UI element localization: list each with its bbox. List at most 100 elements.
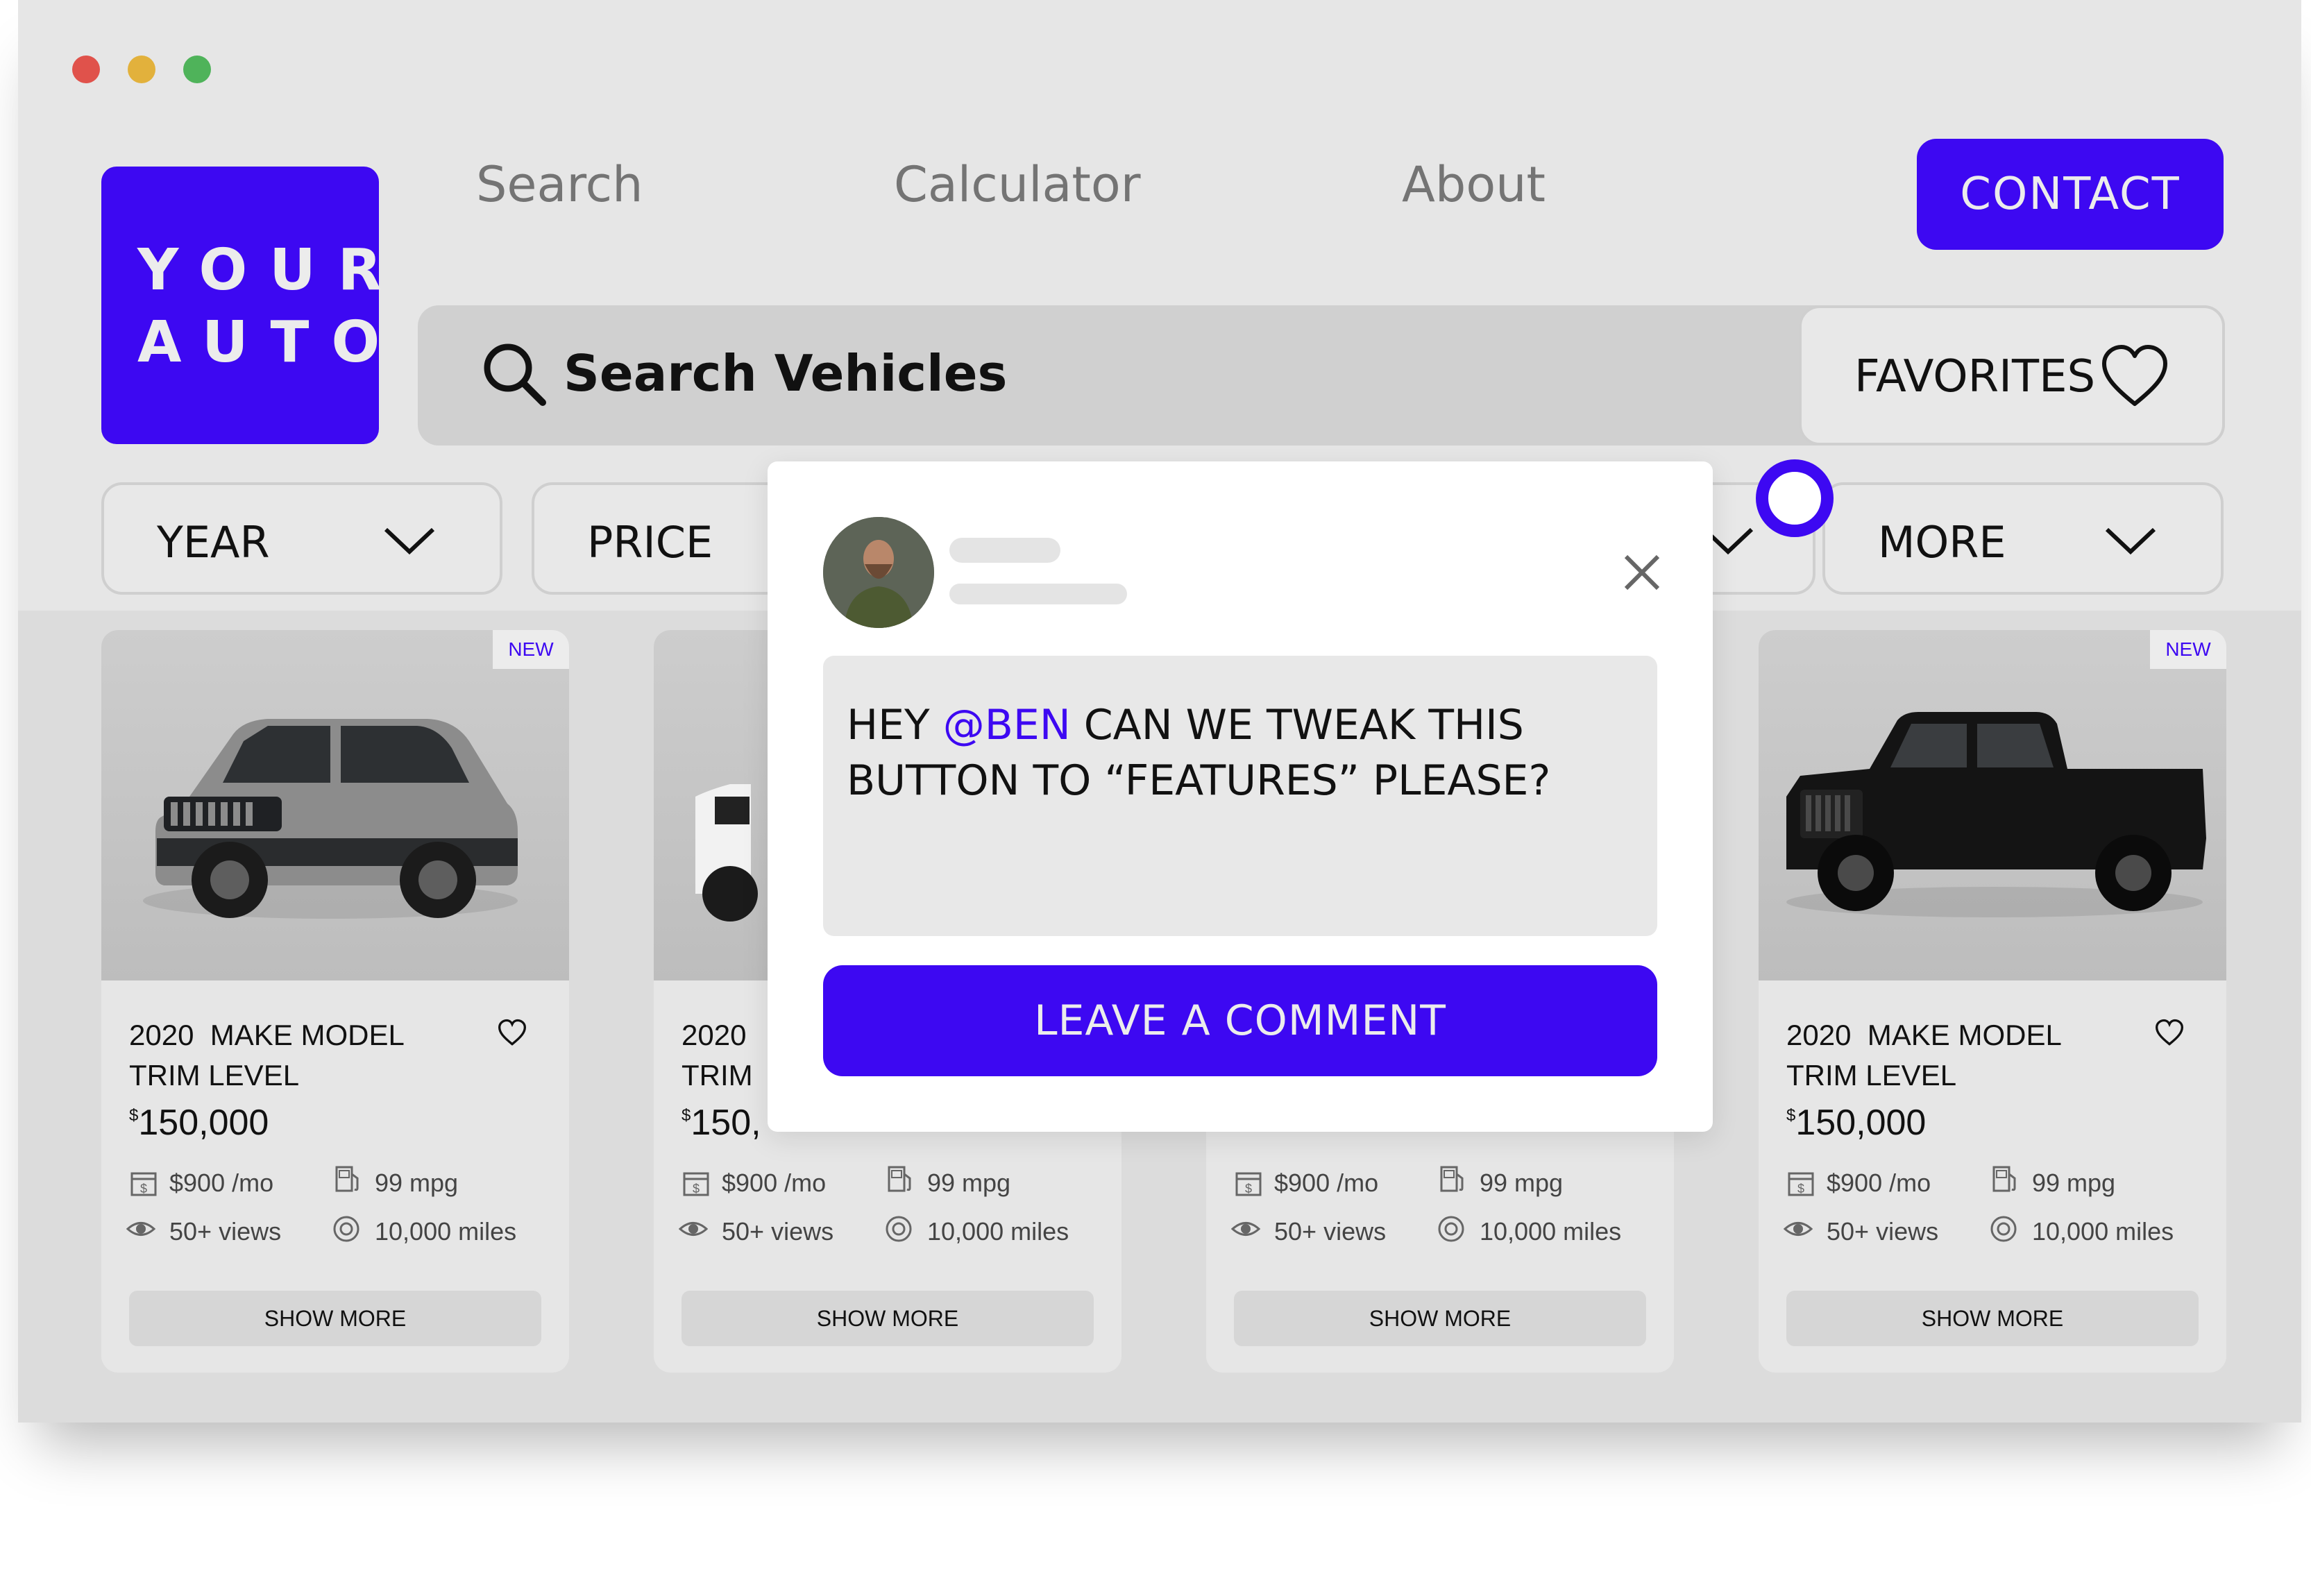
view-count: 50+ views xyxy=(1827,1217,1939,1246)
tire-icon xyxy=(333,1216,359,1242)
fuel-pump-icon xyxy=(888,1166,911,1192)
brand-logo[interactable]: YOUR AUTO xyxy=(101,167,404,444)
pickup-truck-image xyxy=(1786,712,2206,917)
price-value: 150, xyxy=(691,1103,761,1143)
leave-comment-button[interactable]: LEAVE A COMMENT xyxy=(823,965,1657,1076)
chevron-down-icon xyxy=(2105,527,2156,555)
vehicle-title: 2020 MAKE MODEL TRIM LEVEL xyxy=(129,1015,476,1096)
monthly-payment: $900 /mo xyxy=(1827,1169,1931,1197)
fuel-pump-icon xyxy=(1992,1166,2016,1192)
show-more-button[interactable]: SHOW MORE xyxy=(1786,1291,2199,1346)
vehicle-year-model: 2020 MAKE MODEL xyxy=(1786,1019,2062,1051)
vehicle-title: 2020 MAKE MODEL TRIM LEVEL xyxy=(1786,1015,2133,1096)
year-filter-label: YEAR xyxy=(157,517,270,568)
more-filter-label: MORE xyxy=(1878,517,2006,568)
calendar-dollar-icon: $ xyxy=(1235,1172,1262,1196)
eye-icon xyxy=(679,1222,708,1236)
calendar-dollar-icon: $ xyxy=(1788,1172,1814,1196)
fuel-economy: 99 mpg xyxy=(927,1169,1011,1197)
fuel-economy: 99 mpg xyxy=(1480,1169,1564,1197)
nav-search[interactable]: Search xyxy=(476,156,643,213)
comment-popover: HEY @BEN CAN WE TWEAK THIS BUTTON TO “FE… xyxy=(768,461,1713,1132)
search-icon xyxy=(484,343,546,406)
vehicle-price: $150,000 xyxy=(1786,1102,1926,1144)
mileage: 10,000 miles xyxy=(927,1217,1069,1246)
user-mention[interactable]: @BEN xyxy=(943,701,1071,749)
search-bar[interactable]: Search Vehicles FAVORITES xyxy=(418,305,2225,445)
vehicle-price: $150, xyxy=(682,1102,761,1144)
tire-icon xyxy=(1990,1216,2017,1242)
vehicle-photo[interactable]: NEW xyxy=(1759,630,2226,980)
window-maximize-dot[interactable] xyxy=(183,56,211,83)
vehicle-trim: TRIM LEVEL xyxy=(1786,1059,1957,1092)
nav-calculator[interactable]: Calculator xyxy=(894,156,1140,213)
more-filter[interactable]: MORE xyxy=(1822,482,2224,595)
calendar-dollar-icon: $ xyxy=(130,1172,157,1196)
currency-symbol: $ xyxy=(1786,1106,1796,1125)
view-count: 50+ views xyxy=(169,1217,282,1246)
comment-pin[interactable] xyxy=(1756,459,1834,537)
mileage: 10,000 miles xyxy=(1480,1217,1622,1246)
fuel-economy: 99 mpg xyxy=(375,1169,459,1197)
fuel-economy: 99 mpg xyxy=(2032,1169,2116,1197)
mileage: 10,000 miles xyxy=(2032,1217,2174,1246)
contact-button[interactable]: CONTACT xyxy=(1917,139,2224,250)
show-more-button[interactable]: SHOW MORE xyxy=(682,1291,1094,1346)
avatar xyxy=(823,517,934,628)
vehicle-price: $150,000 xyxy=(129,1102,269,1144)
price-value: 150,000 xyxy=(138,1103,269,1143)
nav-about[interactable]: About xyxy=(1402,156,1546,213)
name-placeholder xyxy=(949,538,1060,563)
tire-icon xyxy=(886,1216,912,1242)
heart-icon xyxy=(2102,345,2167,406)
currency-symbol: $ xyxy=(682,1106,691,1125)
currency-symbol: $ xyxy=(129,1106,139,1125)
new-badge: NEW xyxy=(493,630,569,669)
calendar-dollar-icon: $ xyxy=(683,1172,709,1196)
logo-line-1: YOUR xyxy=(137,237,404,303)
year-filter[interactable]: YEAR xyxy=(101,482,502,595)
meta-placeholder xyxy=(949,584,1127,604)
comment-text[interactable]: HEY @BEN CAN WE TWEAK THIS BUTTON TO “FE… xyxy=(823,656,1657,936)
svg-text:$: $ xyxy=(693,1182,700,1196)
show-more-button[interactable]: SHOW MORE xyxy=(129,1291,541,1346)
favorites-label: FAVORITES xyxy=(1854,351,2096,402)
svg-text:$: $ xyxy=(1245,1182,1252,1196)
new-badge: NEW xyxy=(2150,630,2226,669)
svg-text:$: $ xyxy=(1797,1182,1804,1196)
favorites-button[interactable]: FAVORITES xyxy=(1799,305,2225,445)
user-photo xyxy=(823,517,934,628)
vehicle-card[interactable]: NEW 2020 MAKE MODEL TRIM LEVEL $150,000 … xyxy=(1759,630,2226,1373)
vehicle-trim: TRIM LEVEL xyxy=(129,1059,300,1092)
suv-image xyxy=(143,719,518,919)
monthly-payment: $900 /mo xyxy=(1274,1169,1379,1197)
search-input[interactable]: Search Vehicles xyxy=(564,344,1007,402)
window-close-dot[interactable] xyxy=(72,56,100,83)
monthly-payment: $900 /mo xyxy=(169,1169,274,1197)
eye-icon xyxy=(126,1222,155,1236)
eye-icon xyxy=(1231,1222,1260,1236)
eye-icon xyxy=(1784,1222,1813,1236)
mileage: 10,000 miles xyxy=(375,1217,517,1246)
app-window: YOUR AUTO Search Calculator About CONTAC… xyxy=(18,0,2301,1423)
comment-text-before: HEY xyxy=(847,701,943,749)
favorite-heart-icon[interactable] xyxy=(497,1019,527,1046)
vehicle-photo[interactable]: NEW xyxy=(101,630,569,980)
fuel-pump-icon xyxy=(335,1166,359,1192)
tire-icon xyxy=(1438,1216,1464,1242)
window-minimize-dot[interactable] xyxy=(128,56,155,83)
price-value: 150,000 xyxy=(1795,1103,1927,1143)
view-count: 50+ views xyxy=(722,1217,834,1246)
monthly-payment: $900 /mo xyxy=(722,1169,827,1197)
show-more-button[interactable]: SHOW MORE xyxy=(1234,1291,1646,1346)
favorite-heart-icon[interactable] xyxy=(2154,1019,2185,1046)
svg-text:$: $ xyxy=(140,1182,147,1196)
view-count: 50+ views xyxy=(1274,1217,1387,1246)
vehicle-year-model: 2020 MAKE MODEL xyxy=(129,1019,405,1051)
logo-line-2: AUTO xyxy=(137,309,403,375)
price-filter-label: PRICE xyxy=(587,517,713,568)
vehicle-card[interactable]: NEW 2020 MAKE MODEL TRIM LEVEL $150,000 … xyxy=(101,630,569,1373)
close-icon[interactable] xyxy=(1618,548,1666,597)
fuel-pump-icon xyxy=(1440,1166,1464,1192)
chevron-down-icon xyxy=(384,527,435,555)
